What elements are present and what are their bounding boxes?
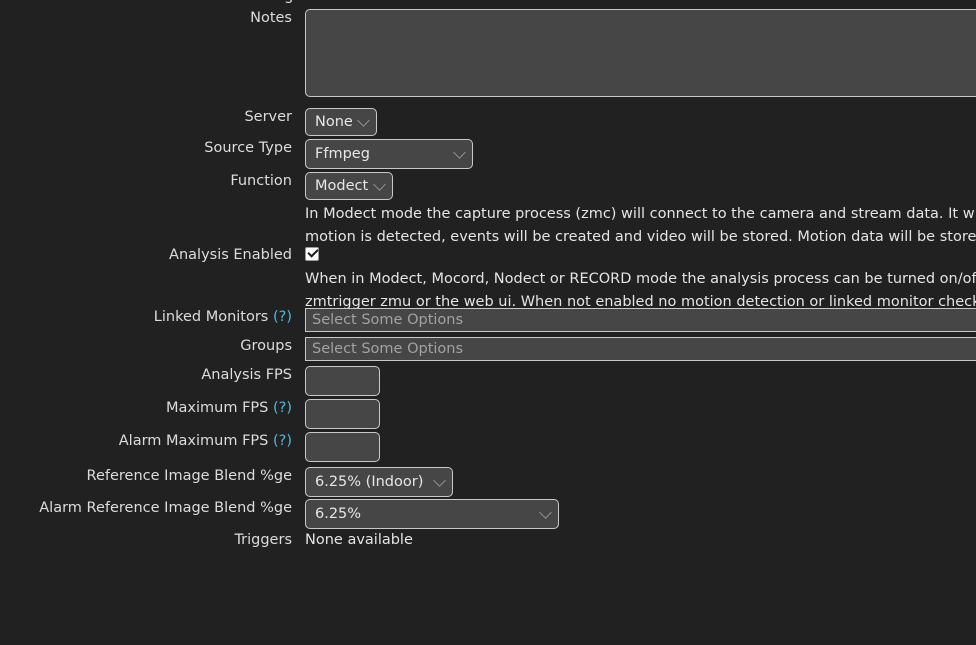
analysis-fps-label: Analysis FPS [201, 367, 292, 383]
alarm-maximum-fps-help-link[interactable]: (?) [273, 433, 292, 449]
source-type-select-value: Ffmpeg [315, 146, 370, 162]
notes-control [305, 9, 976, 97]
alarm-reference-image-blend-label: Alarm Reference Image Blend %ge [39, 500, 292, 516]
monitor-settings-form: s Notes Server None Source Type Ffmpeg F… [0, 0, 976, 645]
function-description-line-1: In Modect mode the capture process (zmc)… [305, 206, 976, 222]
reference-image-blend-label: Reference Image Blend %ge [86, 468, 292, 484]
linked-monitors-label: Linked Monitors (?) [0, 308, 292, 326]
form-row-analysis-enabled: Analysis Enabled [0, 246, 976, 264]
maximum-fps-input[interactable] [305, 399, 380, 429]
function-select[interactable]: Modect [305, 172, 393, 200]
reference-image-blend-value: 6.25% (Indoor) [315, 474, 424, 490]
form-row-function: Function Modect [0, 172, 976, 200]
analysis-enabled-checkbox[interactable] [305, 247, 319, 261]
notes-textarea[interactable] [305, 9, 976, 97]
server-select[interactable]: None [305, 108, 377, 136]
server-label: Server [244, 109, 292, 125]
analysis-fps-control [305, 366, 380, 396]
source-type-label: Source Type [204, 140, 292, 156]
form-row-reference-image-blend: Reference Image Blend %ge 6.25% (Indoor) [0, 467, 976, 497]
chevron-down-icon [453, 146, 466, 159]
form-row-notes: Notes [0, 9, 976, 97]
linked-monitors-multiselect[interactable]: Select Some Options [305, 308, 976, 332]
linked-monitors-control: Select Some Options [305, 308, 976, 332]
groups-label: Groups [240, 338, 292, 354]
maximum-fps-label: Maximum FPS (?) [0, 399, 292, 417]
function-label: Function [230, 173, 292, 189]
linked-monitors-placeholder: Select Some Options [312, 312, 464, 328]
alarm-reference-image-blend-value: 6.25% [315, 506, 362, 522]
analysis-enabled-control [305, 246, 319, 261]
form-row-analysis-fps: Analysis FPS [0, 366, 976, 396]
analysis-enabled-label: Analysis Enabled [169, 247, 292, 263]
maximum-fps-control [305, 399, 380, 429]
alarm-reference-image-blend-control: 6.25% [305, 499, 559, 529]
groups-placeholder: Select Some Options [312, 341, 464, 357]
chevron-down-icon [373, 178, 386, 191]
function-select-value: Modect [315, 178, 369, 194]
form-row-server: Server None [0, 108, 976, 136]
linked-monitors-label-text: Linked Monitors [153, 309, 269, 325]
linked-monitors-help-link[interactable]: (?) [273, 309, 292, 325]
chevron-down-icon [539, 506, 552, 519]
notes-label: Notes [250, 10, 292, 26]
analysis-enabled-description-line-1: When in Modect, Mocord, Nodect or RECORD… [305, 271, 976, 287]
alarm-maximum-fps-control [305, 432, 380, 462]
alarm-reference-image-blend-select[interactable]: 6.25% [305, 499, 559, 529]
alarm-maximum-fps-input[interactable] [305, 432, 380, 462]
server-control: None [305, 108, 377, 136]
source-type-control: Ffmpeg [305, 139, 473, 169]
function-description: In Modect mode the capture process (zmc)… [0, 203, 976, 249]
server-select-value: None [315, 114, 353, 130]
reference-image-blend-control: 6.25% (Indoor) [305, 467, 453, 497]
form-row-triggers: Triggers None available [0, 531, 976, 549]
reference-image-blend-select[interactable]: 6.25% (Indoor) [305, 467, 453, 497]
maximum-fps-label-text: Maximum FPS [166, 400, 269, 416]
form-row-linked-monitors: Linked Monitors (?) Select Some Options [0, 308, 976, 332]
form-row-alarm-maximum-fps: Alarm Maximum FPS (?) [0, 432, 976, 462]
form-row-groups: Groups Select Some Options [0, 337, 976, 361]
triggers-control: None available [305, 531, 413, 549]
maximum-fps-help-link[interactable]: (?) [273, 400, 292, 416]
form-row-maximum-fps: Maximum FPS (?) [0, 399, 976, 429]
analysis-fps-input[interactable] [305, 366, 380, 396]
source-type-select[interactable]: Ffmpeg [305, 139, 473, 169]
function-description-text: In Modect mode the capture process (zmc)… [305, 203, 976, 249]
chevron-down-icon [433, 474, 446, 487]
alarm-maximum-fps-label-text: Alarm Maximum FPS [118, 433, 269, 449]
groups-multiselect[interactable]: Select Some Options [305, 337, 976, 361]
chevron-down-icon [357, 114, 370, 127]
form-row-alarm-reference-image-blend: Alarm Reference Image Blend %ge 6.25% [0, 499, 976, 529]
function-control: Modect [305, 172, 393, 200]
clipped-label-fragment: s [285, 0, 293, 7]
alarm-maximum-fps-label: Alarm Maximum FPS (?) [0, 432, 292, 450]
triggers-label: Triggers [234, 532, 292, 548]
groups-control: Select Some Options [305, 337, 976, 361]
triggers-value: None available [305, 532, 413, 548]
form-row-source-type: Source Type Ffmpeg [0, 139, 976, 169]
